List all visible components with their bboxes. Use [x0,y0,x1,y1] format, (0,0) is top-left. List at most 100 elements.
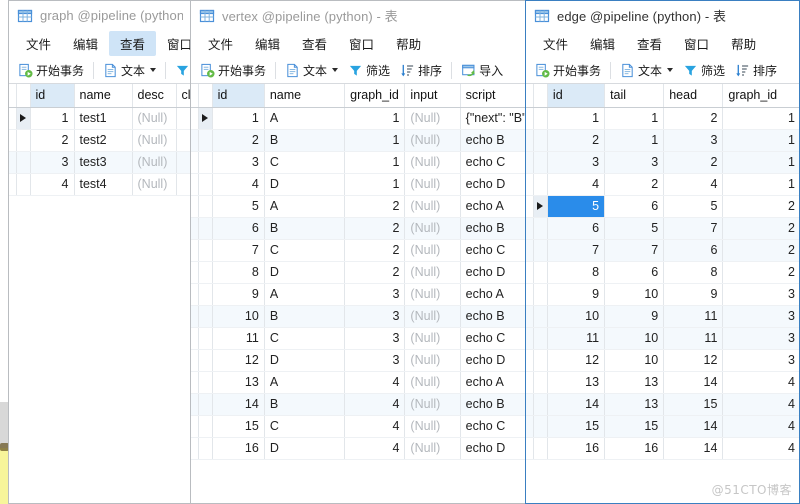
cell-id[interactable]: 9 [212,283,265,306]
text-button[interactable]: 文本 [615,59,678,82]
cell-head[interactable]: 14 [663,415,724,438]
cell-cl[interactable] [176,173,191,196]
row-marker[interactable] [198,151,213,174]
cell-name[interactable]: A [264,195,346,218]
cell-id[interactable]: 9 [547,283,606,306]
table-row[interactable]: 4 D 1 (Null) echo D [191,173,525,196]
cell-input[interactable]: (Null) [404,305,461,328]
cell-head[interactable]: 3 [663,129,724,152]
cell-graph-id[interactable]: 2 [344,261,406,284]
cell-tail[interactable]: 6 [604,195,665,218]
filter-button[interactable]: 筛选 [343,59,395,82]
cell-id[interactable]: 12 [212,349,265,372]
begin-transaction-button[interactable]: 开始事务 [530,59,606,82]
column-header-id[interactable]: id [212,84,265,108]
cell-head[interactable]: 4 [663,173,724,196]
cell-id[interactable]: 5 [212,195,265,218]
cell-head[interactable]: 7 [663,217,724,240]
cell-script[interactable]: echo C [460,239,525,262]
cell-input[interactable]: (Null) [404,261,461,284]
cell-input[interactable]: (Null) [404,327,461,350]
column-header-cl[interactable]: cl [176,84,191,108]
table-row[interactable]: 10 B 3 (Null) echo B [191,305,525,328]
cell-graph-id[interactable]: 2 [344,217,406,240]
cell-name[interactable]: test4 [74,173,133,196]
row-marker[interactable] [16,173,31,196]
cell-name[interactable]: B [264,393,346,416]
begin-transaction-button[interactable]: 开始事务 [13,59,89,82]
cell-name[interactable]: C [264,327,346,350]
cell-graph-id[interactable]: 2 [722,239,799,262]
cell-head[interactable]: 2 [663,107,724,130]
table-row[interactable]: 6572 [526,217,799,240]
chevron-down-icon[interactable] [150,68,157,72]
row-marker[interactable] [533,415,548,438]
table-row[interactable]: 11 10 11 3 [526,327,799,350]
text-button[interactable]: 文本 [98,59,161,82]
cell-graph-id[interactable]: 4 [344,371,406,394]
cell-id[interactable]: 4 [212,173,265,196]
import-button[interactable]: 导入 [456,59,508,82]
menu-item-file[interactable]: 文件 [197,31,244,56]
cell-tail[interactable]: 10 [604,349,665,372]
cell-head[interactable]: 8 [663,261,724,284]
cell-head[interactable]: 9 [663,283,724,306]
table-row[interactable]: 1 test1 (Null) [9,107,191,130]
cell-name[interactable]: B [264,217,346,240]
table-row[interactable]: 2 B 1 (Null) echo B [191,129,525,152]
table-row[interactable]: 4 test4 (Null) [9,173,191,196]
row-marker[interactable] [16,129,31,152]
row-marker[interactable] [533,173,548,196]
cell-id[interactable]: 13 [212,371,265,394]
cell-id[interactable]: 11 [547,327,606,350]
cell-name[interactable]: D [264,437,346,460]
cell-input[interactable]: (Null) [404,107,461,130]
cell-head[interactable]: 12 [663,349,724,372]
cell-name[interactable]: D [264,173,346,196]
row-marker[interactable] [533,217,548,240]
text-button[interactable]: 文本 [280,59,343,82]
cell-input[interactable]: (Null) [404,195,461,218]
cell-id[interactable]: 3 [547,151,606,174]
column-header-name[interactable]: name [264,84,346,108]
menubar-vertex[interactable]: 文件 编辑 查看 窗口 帮助 [191,31,525,57]
cell-input[interactable]: (Null) [404,371,461,394]
table-row[interactable]: 8682 [526,261,799,284]
cell-script[interactable]: echo B [460,129,525,152]
cell-head[interactable]: 11 [663,327,724,350]
cell-name[interactable]: B [264,129,346,152]
grid-graph[interactable]: id name desc cl 1 test1 (Null) 2 test2 (… [9,84,191,503]
titlebar-graph[interactable]: graph @pipeline (python) - [9,1,191,31]
row-marker[interactable] [533,327,548,350]
cell-name[interactable]: C [264,151,346,174]
cell-id[interactable]: 4 [30,173,75,196]
table-row[interactable]: 6 B 2 (Null) echo B [191,217,525,240]
table-row[interactable]: 12 D 3 (Null) echo D [191,349,525,372]
row-marker[interactable] [198,305,213,328]
cell-graph-id[interactable]: 1 [722,151,799,174]
cell-id[interactable]: 13 [547,371,606,394]
row-marker[interactable] [533,393,548,416]
table-row[interactable]: 14 13 15 4 [526,393,799,416]
cell-graph-id[interactable]: 4 [722,415,799,438]
table-row[interactable]: 3 test3 (Null) [9,151,191,174]
chevron-down-icon[interactable] [667,68,674,72]
cell-cl[interactable] [176,129,191,152]
table-row[interactable]: 7 C 2 (Null) echo C [191,239,525,262]
cell-cl[interactable] [176,151,191,174]
cell-graph-id[interactable]: 4 [722,371,799,394]
row-marker[interactable] [198,173,213,196]
table-row[interactable]: 5 A 2 (Null) echo A [191,195,525,218]
cell-head[interactable]: 14 [663,437,724,460]
table-row[interactable]: 13 13 14 4 [526,371,799,394]
window-graph[interactable]: graph @pipeline (python) - 文件 编辑 查看 窗口 开… [8,0,192,504]
column-header-head[interactable]: head [663,84,724,108]
cell-tail[interactable]: 5 [604,217,665,240]
cell-id[interactable]: 8 [212,261,265,284]
row-marker[interactable] [198,415,213,438]
table-row[interactable]: 9 10 9 3 [526,283,799,306]
cell-script[interactable]: echo D [460,437,525,460]
cell-input[interactable]: (Null) [404,393,461,416]
cell-name[interactable]: D [264,349,346,372]
menu-item-edit[interactable]: 编辑 [62,31,109,56]
